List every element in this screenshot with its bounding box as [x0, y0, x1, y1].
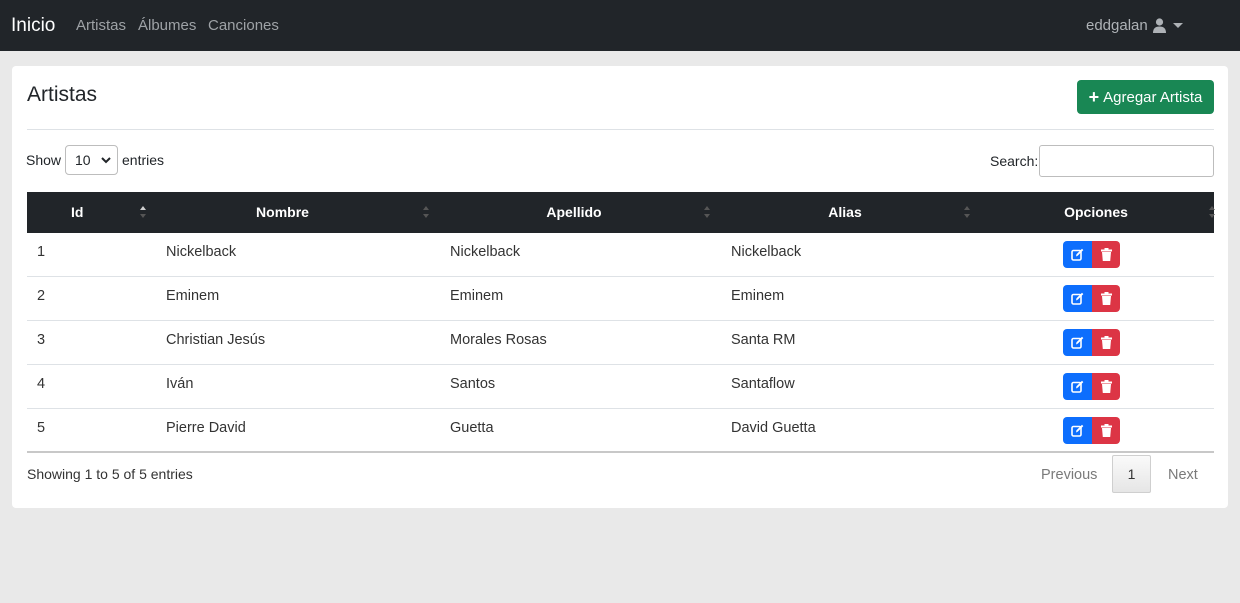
page-title: Artistas	[27, 83, 98, 106]
sort-icon	[1209, 206, 1215, 218]
delete-button[interactable]	[1092, 329, 1120, 356]
cell-id: 4	[37, 376, 46, 392]
edit-button[interactable]	[1063, 417, 1092, 444]
user-icon	[1152, 18, 1166, 33]
add-artist-button[interactable]: + Agregar Artista	[1077, 80, 1214, 114]
column-header-id[interactable]: Id	[41, 192, 146, 233]
title-divider	[27, 129, 1214, 130]
table-row: 4 Iván Santos Santaflow	[27, 365, 1214, 409]
column-header-nombre[interactable]: Nombre	[151, 192, 429, 233]
nav-link-albumes[interactable]: Álbumes	[138, 17, 196, 34]
row-actions	[1063, 241, 1120, 268]
column-label: Id	[71, 204, 84, 220]
sort-icon	[704, 206, 710, 218]
sort-asc-icon	[140, 206, 146, 218]
cell-alias: Nickelback	[731, 244, 802, 260]
page-length-select[interactable]: 10	[65, 145, 118, 175]
artists-card: Artistas + Agregar Artista Show 10 entri…	[12, 66, 1228, 508]
edit-icon	[1071, 248, 1084, 261]
artists-table: Id Nombre Apellido Alias Opciones 1 Nick…	[27, 192, 1215, 453]
delete-button[interactable]	[1092, 285, 1120, 312]
cell-nombre: Pierre David	[166, 420, 246, 436]
trash-icon	[1100, 336, 1112, 349]
cell-nombre: Eminem	[166, 288, 220, 304]
brand-link[interactable]: Inicio	[11, 15, 55, 37]
edit-button[interactable]	[1063, 241, 1092, 268]
cell-apellido: Nickelback	[450, 244, 521, 260]
show-label: Show	[26, 152, 62, 168]
edit-button[interactable]	[1063, 329, 1092, 356]
row-actions	[1063, 329, 1120, 356]
column-label: Alias	[828, 204, 862, 220]
trash-icon	[1100, 292, 1112, 305]
sort-icon	[964, 206, 970, 218]
trash-icon	[1100, 248, 1112, 261]
user-dropdown[interactable]: eddgalan	[1086, 17, 1183, 34]
edit-button[interactable]	[1063, 373, 1092, 400]
chevron-down-icon	[101, 157, 111, 164]
column-header-alias[interactable]: Alias	[715, 192, 975, 233]
user-name: eddgalan	[1086, 17, 1148, 34]
column-header-opciones[interactable]: Opciones	[980, 192, 1215, 233]
edit-icon	[1071, 292, 1084, 305]
cell-alias: Santaflow	[731, 376, 795, 392]
entries-label: entries	[122, 152, 165, 168]
delete-button[interactable]	[1092, 417, 1120, 444]
search-label: Search:	[990, 153, 1039, 169]
cell-nombre: Christian Jesús	[166, 332, 266, 348]
edit-button[interactable]	[1063, 285, 1092, 312]
column-label: Nombre	[256, 204, 309, 220]
cell-apellido: Guetta	[450, 420, 494, 436]
table-info: Showing 1 to 5 of 5 entries	[27, 466, 193, 482]
cell-nombre: Nickelback	[166, 244, 237, 260]
cell-id: 1	[37, 244, 46, 260]
cell-alias: Santa RM	[731, 332, 796, 348]
edit-icon	[1071, 336, 1084, 349]
cell-id: 3	[37, 332, 46, 348]
table-row: 5 Pierre David Guetta David Guetta	[27, 409, 1214, 453]
table-row: 1 Nickelback Nickelback Nickelback	[27, 233, 1214, 277]
add-artist-label: Agregar Artista	[1103, 88, 1203, 106]
edit-icon	[1071, 424, 1084, 437]
search-input[interactable]	[1039, 145, 1214, 177]
pagination-next[interactable]: Next	[1168, 467, 1198, 483]
row-actions	[1063, 285, 1120, 312]
plus-icon: +	[1088, 87, 1100, 107]
trash-icon	[1100, 424, 1112, 437]
cell-id: 5	[37, 420, 46, 436]
cell-apellido: Morales Rosas	[450, 332, 547, 348]
table-row: 2 Eminem Eminem Eminem	[27, 277, 1214, 321]
delete-button[interactable]	[1092, 241, 1120, 268]
sort-icon	[423, 206, 429, 218]
chevron-down-icon	[1172, 23, 1183, 28]
cell-alias: David Guetta	[731, 420, 816, 436]
nav-link-artistas[interactable]: Artistas	[76, 17, 126, 34]
top-navbar: Inicio Artistas Álbumes Canciones eddgal…	[0, 0, 1240, 51]
row-actions	[1063, 373, 1120, 400]
column-label: Opciones	[1064, 204, 1128, 220]
cell-apellido: Eminem	[450, 288, 504, 304]
table-header: Id Nombre Apellido Alias Opciones	[27, 192, 1215, 233]
cell-apellido: Santos	[450, 376, 496, 392]
column-header-apellido[interactable]: Apellido	[434, 192, 714, 233]
edit-icon	[1071, 380, 1084, 393]
page-length-value: 10	[75, 152, 91, 168]
row-actions	[1063, 417, 1120, 444]
table-row: 3 Christian Jesús Morales Rosas Santa RM	[27, 321, 1214, 365]
nav-link-canciones[interactable]: Canciones	[208, 17, 279, 34]
pagination-page-current[interactable]: 1	[1112, 455, 1151, 493]
pagination-previous[interactable]: Previous	[1041, 467, 1097, 483]
cell-id: 2	[37, 288, 46, 304]
trash-icon	[1100, 380, 1112, 393]
column-label: Apellido	[546, 204, 602, 220]
cell-nombre: Iván	[166, 376, 194, 392]
cell-alias: Eminem	[731, 288, 785, 304]
delete-button[interactable]	[1092, 373, 1120, 400]
